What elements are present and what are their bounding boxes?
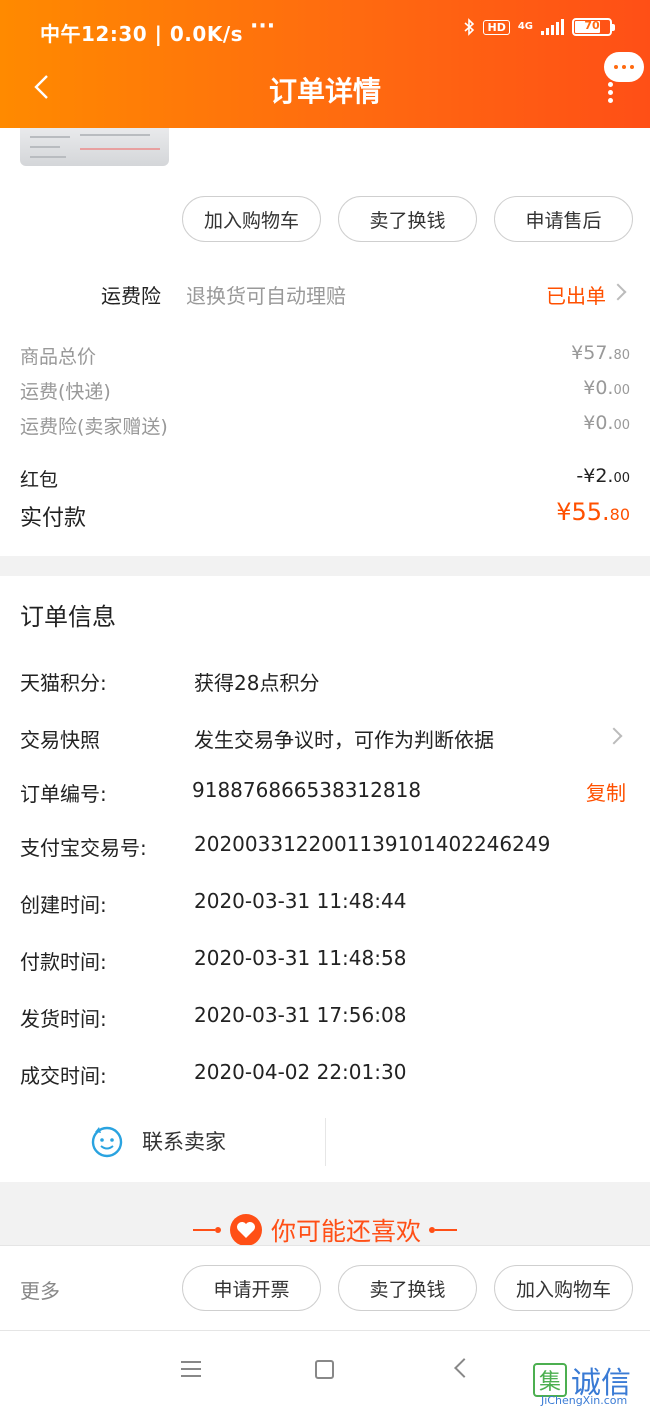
section-divider	[0, 556, 650, 576]
insurance-fee-value: ¥0.00	[583, 412, 630, 434]
home-icon[interactable]	[315, 1360, 334, 1379]
shipping-fee-label: 运费(快递)	[20, 381, 111, 403]
bluetooth-icon	[464, 18, 475, 36]
menu-icon[interactable]	[181, 1361, 201, 1377]
alipay-value: 2020033122001139101402246249	[194, 832, 551, 856]
battery-icon: 70	[572, 18, 615, 36]
status-icons: HD 4G 70	[463, 18, 615, 36]
signal-icon	[541, 19, 564, 35]
page-title: 订单详情	[268, 75, 381, 108]
paid-amount-label: 实付款	[20, 506, 87, 531]
goods-total-value: ¥57.80	[571, 342, 630, 364]
heart-icon	[229, 1214, 262, 1246]
kebab-icon	[608, 82, 614, 104]
snapshot-value[interactable]: 发生交易争议时，可作为判断依据	[194, 724, 494, 753]
bottom-action-bar: 更多 申请开票 卖了换钱 加入购物车	[0, 1245, 650, 1331]
paid-time-value: 2020-03-31 11:48:58	[194, 946, 407, 970]
closed-time-label: 成交时间:	[20, 1064, 107, 1088]
recommend-title-row: 你可能还喜欢	[0, 1212, 650, 1248]
status-dots: ···	[250, 14, 276, 39]
goods-total-label: 商品总价	[20, 346, 97, 368]
snapshot-label[interactable]: 交易快照	[20, 724, 100, 753]
closed-time-value: 2020-04-02 22:01:30	[194, 1060, 407, 1084]
order-info-title: 订单信息	[20, 603, 116, 631]
status-bar: 中午12:30 | 0.0K/s ··· HD 4G 70	[0, 0, 650, 60]
after-sale-button[interactable]: 申请售后	[494, 196, 633, 242]
copy-button[interactable]: 复制	[586, 777, 626, 806]
shipping-fee-value: ¥0.00	[583, 377, 630, 399]
chevron-right-icon[interactable]	[609, 283, 627, 301]
red-packet-label: 红包	[20, 469, 59, 491]
created-time-label: 创建时间:	[20, 893, 107, 917]
paid-time-label: 付款时间:	[20, 950, 107, 974]
app-header: 中午12:30 | 0.0K/s ··· HD 4G 70 订单详情	[0, 0, 650, 128]
resell-button[interactable]: 卖了换钱	[338, 196, 477, 242]
chat-bubble-icon	[604, 52, 644, 82]
add-to-cart-button[interactable]: 加入购物车	[182, 196, 321, 242]
shipping-insurance-desc: 退换货可自动理赔	[186, 284, 346, 308]
paid-amount-value: ¥55.80	[556, 498, 630, 526]
alipay-label: 支付宝交易号:	[20, 836, 147, 860]
watermark-logo: 集	[533, 1363, 567, 1397]
recommend-title: 你可能还喜欢	[270, 1217, 421, 1246]
created-time-value: 2020-03-31 11:48:44	[194, 889, 407, 913]
status-time: 中午12:30 | 0.0K/s	[40, 22, 244, 46]
shipping-insurance-status[interactable]: 已出单	[546, 280, 606, 309]
product-thumbnail[interactable]	[20, 128, 169, 166]
more-icon[interactable]	[604, 52, 644, 104]
shipped-time-label: 发货时间:	[20, 1007, 107, 1031]
hd-badge: HD	[483, 19, 510, 35]
vertical-divider	[325, 1118, 326, 1166]
network-type: 4G	[517, 21, 533, 32]
battery-level: 70	[584, 19, 600, 32]
contact-seller-button[interactable]: 联系卖家	[90, 1124, 226, 1158]
add-to-cart-button-bottom[interactable]: 加入购物车	[494, 1265, 633, 1311]
contact-seller-label: 联系卖家	[142, 1130, 226, 1154]
decor-line-right	[429, 1227, 457, 1233]
red-packet-value: -¥2.00	[576, 465, 630, 487]
smiley-chat-icon	[91, 1126, 123, 1158]
insurance-fee-label: 运费险(卖家赠送)	[20, 416, 168, 438]
invoice-button[interactable]: 申请开票	[182, 1265, 321, 1311]
shipped-time-value: 2020-03-31 17:56:08	[194, 1003, 407, 1027]
order-number-label: 订单编号:	[20, 782, 107, 806]
chevron-right-icon[interactable]	[605, 727, 623, 745]
more-button[interactable]: 更多	[20, 1275, 60, 1304]
decor-line-left	[192, 1227, 221, 1233]
watermark-url: JiChengXin.com	[541, 1394, 628, 1407]
points-label: 天猫积分:	[20, 671, 107, 695]
resell-button-bottom[interactable]: 卖了换钱	[338, 1265, 477, 1311]
points-value: 获得28点积分	[194, 671, 320, 695]
shipping-insurance-label: 运费险	[101, 284, 161, 308]
back-nav-icon[interactable]	[454, 1358, 474, 1378]
order-number-value: 918876866538312818	[192, 778, 422, 802]
